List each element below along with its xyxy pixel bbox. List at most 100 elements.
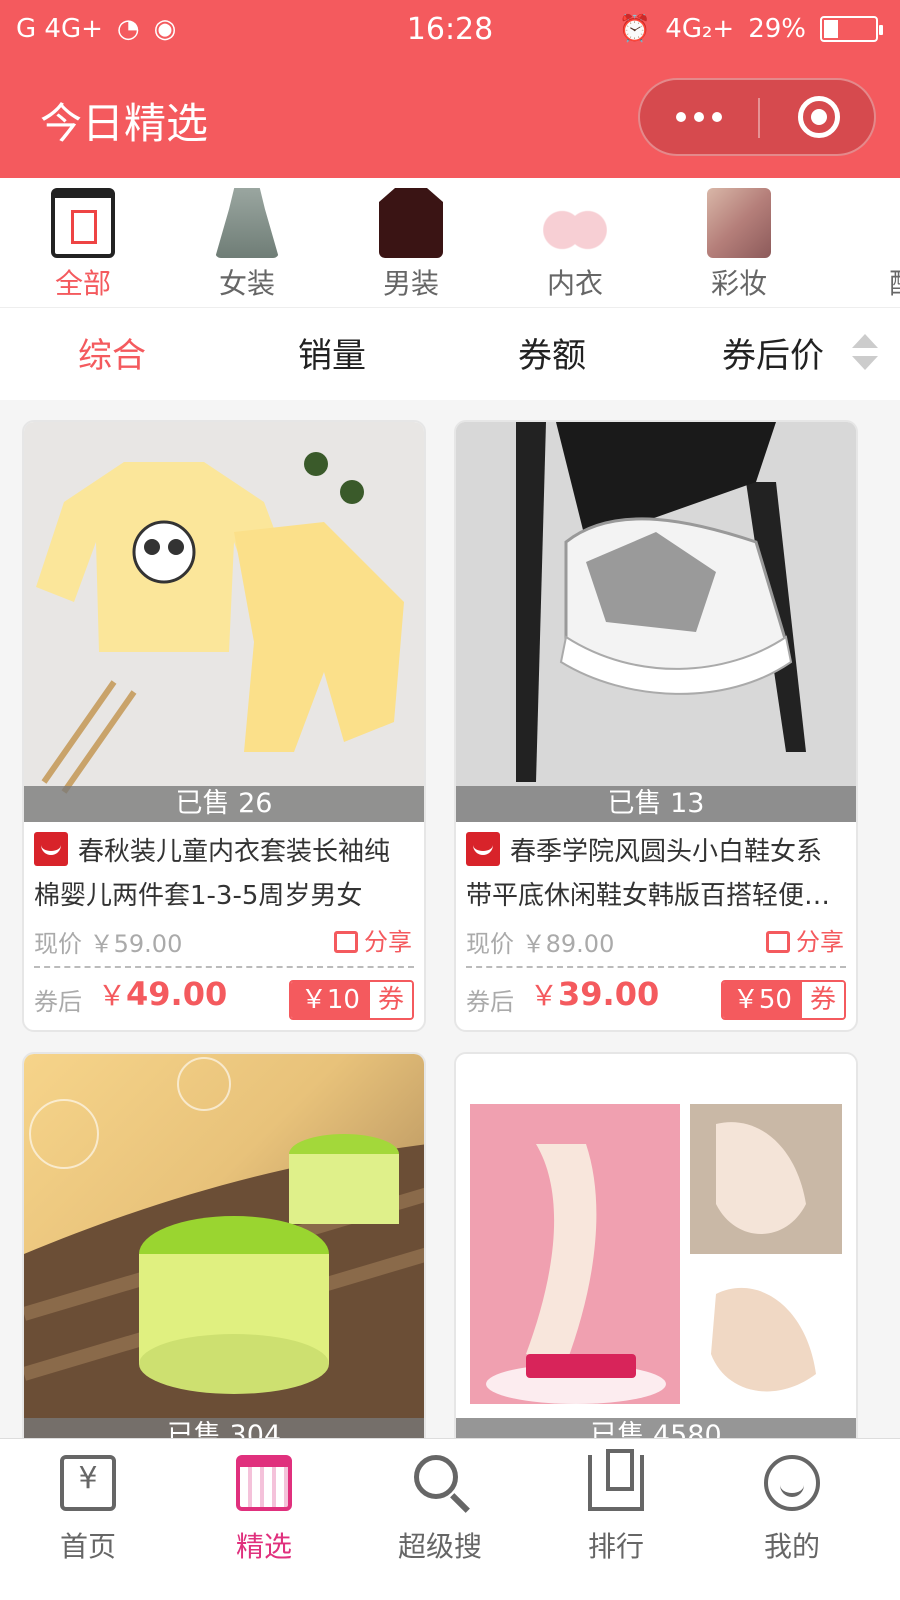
product-card[interactable]: 已售 13 春季学院风圆头小白鞋女系带平底休闲鞋女韩版百搭轻便… 现价 ￥89.… <box>454 420 858 1032</box>
after-coupon-label: 券后 <box>34 988 82 1016</box>
more-dot-icon <box>694 112 704 122</box>
search-icon <box>412 1455 468 1511</box>
current-price: 现价 ￥59.00 <box>34 930 183 958</box>
product-image[interactable]: 已售 304 <box>24 1054 424 1454</box>
share-icon <box>766 931 790 953</box>
category-women[interactable]: 女装 <box>192 188 302 303</box>
tab-super-search[interactable]: 超级搜 <box>380 1455 500 1565</box>
category-all[interactable]: 全部 <box>28 188 138 303</box>
category-makeup[interactable]: 彩妆 <box>684 188 794 303</box>
sort-overall[interactable]: 综合 <box>78 328 146 377</box>
sort-order-icon[interactable] <box>852 334 882 378</box>
product-title[interactable]: 春季学院风圆头小白鞋女系带平底休闲鞋女韩版百搭轻便… <box>456 822 856 918</box>
tmall-icon <box>34 832 68 866</box>
page-title: 今日精选 <box>40 99 209 148</box>
after-coupon-row: 券后 ￥39.00 ￥50 券 <box>456 968 856 1030</box>
tab-featured[interactable]: 精选 <box>204 1455 324 1565</box>
product-image[interactable]: 已售 13 <box>456 422 856 822</box>
product-title-text: 春季学院风圆头小白鞋女系带平底休闲鞋女韩版百搭轻便… <box>466 837 831 911</box>
tab-ranking[interactable]: 排行 <box>556 1449 676 1565</box>
tmall-icon <box>466 832 500 866</box>
ranking-icon <box>588 1449 644 1511</box>
battery-fill <box>824 20 838 38</box>
battery-text: 29% <box>748 14 806 44</box>
app-root: G 4G+ ◔ ◉ 16:28 ⏰ 4G₂+ 29% 今日精选 全部 女装 男装… <box>0 0 900 1600</box>
tab-label: 首页 <box>59 1530 116 1563</box>
tab-home[interactable]: 首页 <box>28 1455 148 1565</box>
coupon-amount: ￥10 <box>290 982 370 1018</box>
sort-sales[interactable]: 销量 <box>298 328 366 377</box>
cream-jar-image <box>24 1057 424 1454</box>
category-label: 内衣 <box>546 267 603 300</box>
tab-label: 超级搜 <box>397 1530 482 1563</box>
tab-label: 我的 <box>763 1530 820 1563</box>
more-dot-icon <box>712 112 722 122</box>
category-men[interactable]: 男装 <box>356 188 466 303</box>
product-card[interactable]: 已售 4580 <box>454 1052 858 1472</box>
after-coupon-row: 券后 ￥49.00 ￥10 券 <box>24 968 424 1030</box>
network-right: 4G₂+ <box>665 14 735 44</box>
sneaker-image <box>456 422 856 822</box>
tab-label: 排行 <box>587 1530 644 1563</box>
yen-ticket-icon <box>60 1455 116 1511</box>
sort-bar: 综合 销量 券额 券后价 <box>0 308 900 400</box>
product-title[interactable]: 春秋装儿童内衣套装长袖纯棉婴儿两件套1-3-5周岁男女宝… <box>24 822 424 918</box>
coupon-badge[interactable]: ￥10 券 <box>288 980 414 1020</box>
calendar-icon <box>236 1455 292 1511</box>
category-partial[interactable]: 配 <box>848 188 900 303</box>
capsule-divider <box>758 98 760 138</box>
tab-label: 精选 <box>235 1530 292 1563</box>
mini-program-capsule <box>638 78 876 156</box>
share-button[interactable]: 分享 <box>334 922 412 957</box>
coupon-badge[interactable]: ￥50 券 <box>720 980 846 1020</box>
tab-mine[interactable]: 我的 <box>732 1455 852 1565</box>
status-bar: G 4G+ ◔ ◉ 16:28 ⏰ 4G₂+ 29% <box>0 0 900 60</box>
product-title-text: 春秋装儿童内衣套装长袖纯棉婴儿两件套1-3-5周岁男女宝… <box>34 837 391 911</box>
product-image[interactable]: 已售 26 <box>24 422 424 822</box>
title-bar: 今日精选 <box>0 60 900 178</box>
category-label: 彩妆 <box>710 267 767 300</box>
price-row: 现价 ￥89.00 分享 <box>456 918 856 966</box>
share-button[interactable]: 分享 <box>766 922 844 957</box>
sold-count: 已售 13 <box>456 786 856 822</box>
coupon-tag: 券 <box>369 982 412 1018</box>
category-label: 男装 <box>382 267 439 300</box>
partial-icon <box>871 188 900 258</box>
pajama-set-image <box>36 452 404 794</box>
share-label: 分享 <box>796 928 844 956</box>
share-icon <box>334 931 358 953</box>
status-right: ⏰ 4G₂+ 29% <box>618 14 883 44</box>
alarm-icon: ⏰ <box>618 14 652 44</box>
more-button[interactable] <box>640 80 758 154</box>
foot-mask-image <box>470 1104 842 1424</box>
after-coupon-price: ￥39.00 <box>530 974 659 1014</box>
smiley-icon <box>764 1455 820 1511</box>
after-coupon-amount: 39.00 <box>558 975 660 1013</box>
category-bar: 全部 女装 男装 内衣 彩妆 配 <box>0 178 900 308</box>
product-image[interactable]: 已售 4580 <box>456 1054 856 1454</box>
dress-icon <box>215 188 279 258</box>
current-price: 现价 ￥89.00 <box>466 930 615 958</box>
bottom-tab-bar: 首页 精选 超级搜 排行 我的 <box>0 1438 900 1600</box>
all-icon <box>51 188 115 258</box>
more-dot-icon <box>676 112 686 122</box>
coupon-amount: ￥50 <box>722 982 802 1018</box>
category-label: 配 <box>848 262 900 302</box>
close-target-icon[interactable] <box>798 96 840 138</box>
product-card[interactable]: 已售 26 春秋装儿童内衣套装长袖纯棉婴儿两件套1-3-5周岁男女宝… 现价 ￥… <box>22 420 426 1032</box>
category-underwear[interactable]: 内衣 <box>520 188 630 303</box>
price-row: 现价 ￥59.00 分享 <box>24 918 424 966</box>
search-lens <box>414 1455 458 1499</box>
after-coupon-price: ￥49.00 <box>98 974 227 1014</box>
currency-symbol: ￥ <box>530 979 559 1012</box>
shirt-icon <box>379 188 443 258</box>
sold-count: 已售 26 <box>24 786 424 822</box>
product-card[interactable]: 已售 304 <box>22 1052 426 1472</box>
currency-symbol: ￥ <box>98 979 127 1012</box>
category-label: 全部 <box>54 267 111 300</box>
makeup-icon <box>707 188 771 258</box>
after-coupon-amount: 49.00 <box>126 975 228 1013</box>
sort-up-arrow-icon <box>852 334 878 348</box>
sort-coupon-amount[interactable]: 券额 <box>518 328 586 377</box>
sort-final-price[interactable]: 券后价 <box>722 328 824 377</box>
